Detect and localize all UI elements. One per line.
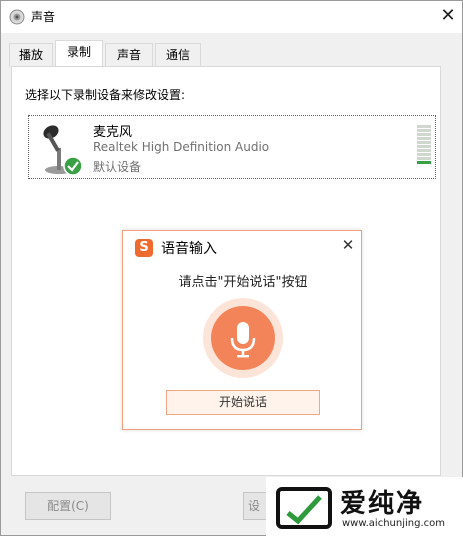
microphone-icon [43,125,83,176]
mic-button[interactable] [203,298,283,378]
configure-button[interactable]: 配置(C) [25,492,111,520]
instruction-text: 选择以下录制设备来修改设置: [25,88,186,102]
level-bar [417,145,431,148]
aichunjing-logo-icon [276,487,332,529]
green-check-icon [63,156,83,176]
level-bar [417,161,431,164]
level-bar [417,157,431,160]
watermark: 爱纯净 www.aichunjing.com [266,477,463,536]
popup-title: 语音输入 [161,241,217,257]
level-bar [417,125,431,128]
tab-playback[interactable]: 播放 [9,43,53,67]
close-button[interactable]: ✕ [437,5,459,27]
tab-sounds[interactable]: 声音 [105,43,153,67]
level-bar [417,137,431,140]
watermark-name: 爱纯净 [340,489,425,519]
mic-button-core [211,306,275,370]
sogou-logo-icon: S [135,239,153,257]
input-level-meter [417,120,431,164]
level-bar [417,141,431,144]
speaker-icon [9,9,25,25]
tab-communications[interactable]: 通信 [155,43,201,67]
tab-recording[interactable]: 录制 [55,40,103,68]
window-title: 声音 [31,10,56,24]
device-status: 默认设备 [93,160,142,174]
level-bar [417,153,431,156]
watermark-url: www.aichunjing.com [342,518,445,529]
device-name: 麦克风 [93,125,133,140]
voice-input-popup: S 语音输入 ✕ 请点击"开始说话"按钮 开始说话 [122,230,362,430]
device-list-item[interactable]: 麦克风 Realtek High Definition Audio 默认设备 [28,115,436,179]
microphone-icon [230,322,256,358]
level-bar [417,149,431,152]
title-bar: 声音 ✕ [1,1,462,33]
level-bar [417,133,431,136]
device-driver: Realtek High Definition Audio [93,140,270,154]
popup-close-button[interactable]: ✕ [339,236,357,254]
sound-dialog: 声音 ✕ 播放 录制 声音 通信 选择以下录制设备来修改设置: 麦克风 Real… [0,0,463,536]
level-bar [417,129,431,132]
popup-prompt: 请点击"开始说话"按钮 [178,275,308,290]
start-speaking-button[interactable]: 开始说话 [166,390,320,415]
